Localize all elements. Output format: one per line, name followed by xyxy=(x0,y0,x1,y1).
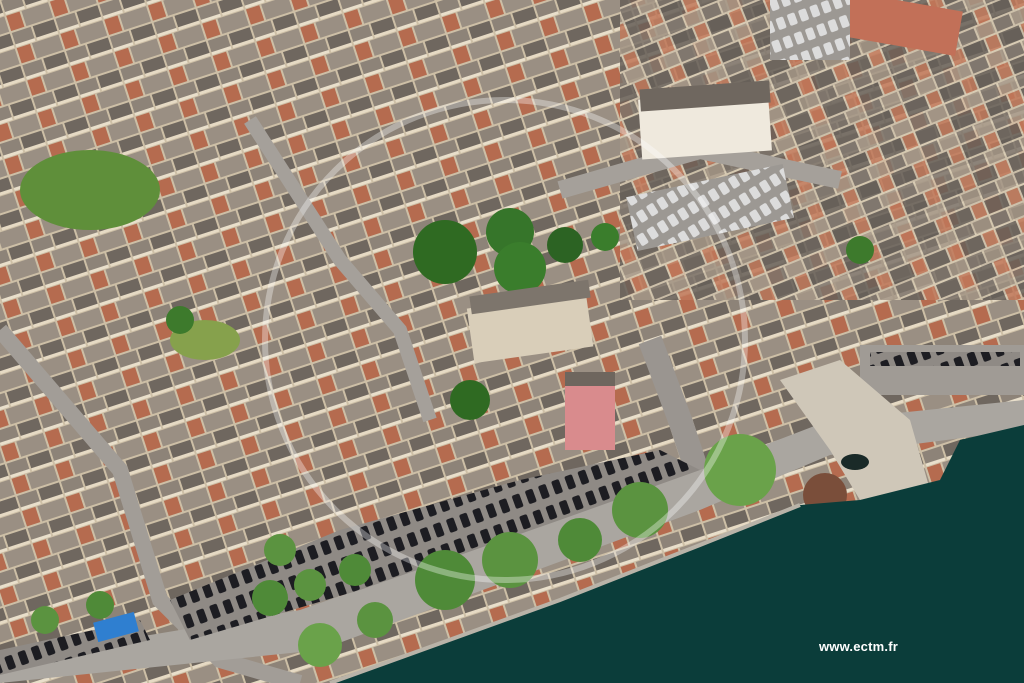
aerial-scene xyxy=(0,0,1024,683)
riverside-tree xyxy=(264,534,296,566)
riverside-tree xyxy=(298,623,342,667)
riverside-tree xyxy=(357,602,393,638)
riverside-tree xyxy=(86,591,114,619)
parking-lot-northeast xyxy=(770,0,850,60)
riverside-tree xyxy=(31,606,59,634)
pink-building xyxy=(565,380,615,450)
tree xyxy=(591,223,619,251)
riverside-tree xyxy=(339,554,371,586)
tree xyxy=(494,242,546,294)
tree xyxy=(450,380,490,420)
riverside-tree xyxy=(252,580,288,616)
riverside-tree xyxy=(294,569,326,601)
parked-cars xyxy=(870,352,1020,366)
tree xyxy=(166,306,194,334)
bridge-arch xyxy=(841,454,869,470)
photo-credit: www.ectm.fr xyxy=(818,639,898,654)
aerial-photo: www.ectm.fr xyxy=(0,0,1024,683)
tree xyxy=(846,236,874,264)
garden-northwest xyxy=(20,150,160,230)
riverside-tree xyxy=(612,482,668,538)
pink-building-roof xyxy=(565,372,615,386)
tree xyxy=(547,227,583,263)
riverside-tree xyxy=(415,550,475,610)
tree-cluster-center xyxy=(413,220,477,284)
riverside-tree xyxy=(704,434,776,506)
riverside-tree xyxy=(558,518,602,562)
